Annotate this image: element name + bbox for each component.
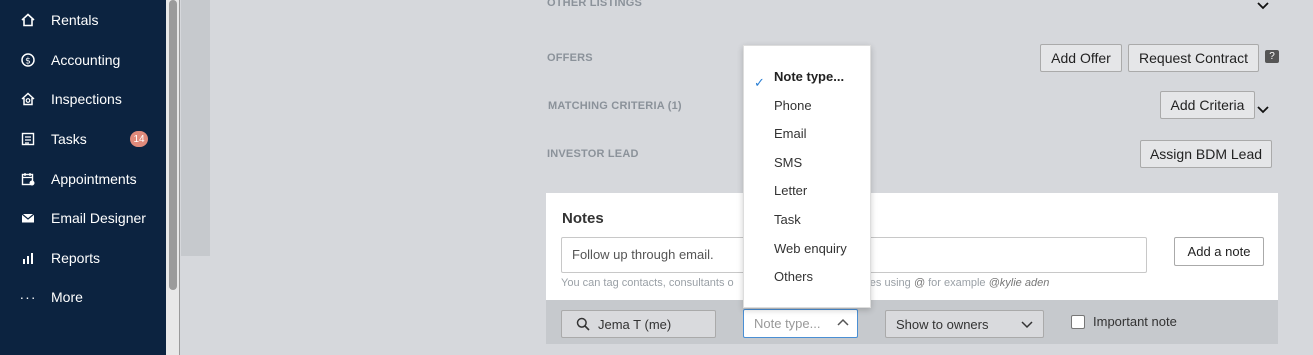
- scrollbar-thumb[interactable]: [169, 0, 177, 290]
- add-offer-button[interactable]: Add Offer: [1040, 44, 1122, 72]
- note-type-option[interactable]: Email: [774, 126, 807, 141]
- add-note-button[interactable]: Add a note: [1174, 237, 1264, 266]
- envelope-icon: [20, 210, 36, 226]
- note-type-option[interactable]: Phone: [774, 98, 812, 113]
- note-type-option[interactable]: Note type...: [774, 69, 844, 84]
- note-type-option[interactable]: Others: [774, 269, 813, 284]
- note-type-dropdown: ✓ Note type... Phone Email SMS Letter Ta…: [743, 45, 871, 308]
- home-icon: [20, 12, 36, 28]
- chevron-down-icon[interactable]: [1256, 0, 1270, 14]
- bar-chart-icon: [20, 250, 36, 266]
- chevron-down-icon[interactable]: [1256, 104, 1270, 118]
- help-at-symbol: @: [913, 277, 925, 289]
- sidebar-item-label: Rentals: [51, 12, 99, 28]
- calendar-icon: [20, 171, 36, 187]
- sidebar-item-label: Tasks: [51, 131, 87, 147]
- sidebar-item-more[interactable]: ··· More: [0, 280, 166, 314]
- section-matching-criteria: MATCHING CRITERIA (1): [548, 100, 682, 112]
- note-type-select[interactable]: Note type...: [743, 309, 858, 338]
- assign-bdm-lead-button[interactable]: Assign BDM Lead: [1140, 140, 1272, 168]
- note-type-option[interactable]: Web enquiry: [774, 241, 847, 256]
- search-icon: [576, 317, 590, 331]
- help-icon[interactable]: ?: [1265, 50, 1279, 63]
- tasks-icon: [20, 131, 36, 147]
- section-investor-lead: INVESTOR LEAD: [547, 148, 639, 160]
- sidebar-scrollbar[interactable]: [166, 0, 180, 355]
- notes-card: Notes Follow up through email. Add a not…: [546, 193, 1278, 300]
- sidebar-item-label: Reports: [51, 250, 101, 266]
- help-text-part: es using: [869, 277, 911, 289]
- sidebar-item-inspections[interactable]: Inspections: [0, 82, 166, 116]
- dollar-icon: $: [20, 52, 36, 68]
- note-type-option[interactable]: Letter: [774, 183, 807, 198]
- visibility-select[interactable]: Show to owners: [885, 310, 1044, 338]
- request-contract-button[interactable]: Request Contract: [1128, 44, 1259, 72]
- help-example-tag: @kylie aden: [988, 277, 1050, 289]
- user-value: Jema T (me): [598, 316, 672, 332]
- important-note-label: Important note: [1093, 314, 1177, 329]
- section-offers: OFFERS: [547, 52, 593, 64]
- sidebar-item-accounting[interactable]: $ Accounting: [0, 43, 166, 77]
- more-icon: ···: [19, 289, 37, 305]
- left-panel: [181, 0, 210, 256]
- sidebar: Rentals $ Accounting Inspections Tasks 1…: [0, 0, 166, 355]
- sidebar-item-rentals[interactable]: Rentals: [0, 3, 166, 37]
- sidebar-item-appointments[interactable]: Appointments: [0, 162, 166, 196]
- checkmark-icon: ✓: [754, 75, 765, 90]
- note-type-option[interactable]: SMS: [774, 155, 802, 170]
- user-search-field[interactable]: Jema T (me): [561, 310, 716, 338]
- visibility-value: Show to owners: [896, 316, 989, 332]
- note-toolbar: Jema T (me) Note type... Show to owners …: [546, 300, 1278, 344]
- help-text-part: You can tag contacts, consultants o: [561, 277, 734, 289]
- add-criteria-button[interactable]: Add Criteria: [1160, 91, 1255, 119]
- chevron-down-icon: [1021, 320, 1033, 329]
- sidebar-item-tasks[interactable]: Tasks 14: [0, 122, 166, 156]
- house-search-icon: [20, 91, 36, 107]
- sidebar-item-label: Email Designer: [51, 210, 146, 226]
- sidebar-item-label: More: [51, 289, 83, 305]
- sidebar-item-reports[interactable]: Reports: [0, 241, 166, 275]
- section-other-listings: OTHER LISTINGS: [547, 0, 643, 9]
- note-type-option[interactable]: Task: [774, 212, 801, 227]
- notes-title: Notes: [562, 210, 604, 227]
- sidebar-item-label: Accounting: [51, 52, 121, 68]
- sidebar-item-label: Inspections: [51, 91, 122, 107]
- important-note-checkbox[interactable]: [1071, 315, 1085, 329]
- tasks-count-badge: 14: [130, 131, 148, 147]
- sidebar-item-email-designer[interactable]: Email Designer: [0, 201, 166, 235]
- help-text-part: for example: [928, 277, 986, 289]
- sidebar-item-label: Appointments: [51, 171, 137, 187]
- svg-text:$: $: [25, 56, 31, 66]
- note-type-placeholder: Note type...: [754, 316, 821, 331]
- chevron-up-icon: [837, 318, 849, 327]
